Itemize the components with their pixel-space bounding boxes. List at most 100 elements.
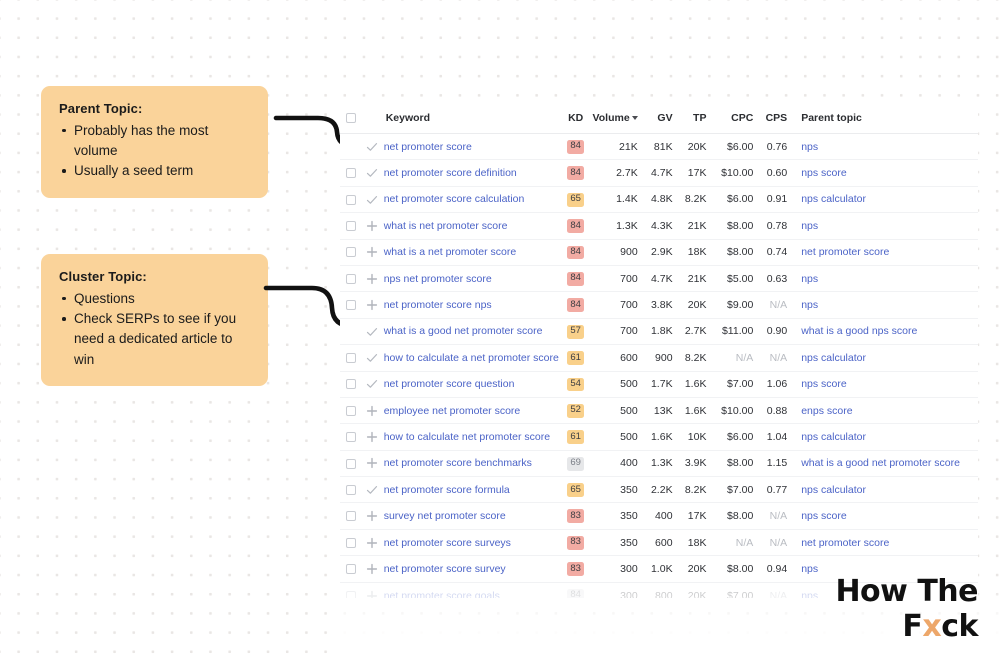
row-state-cell[interactable] xyxy=(361,555,382,583)
column-header-cpc[interactable]: CPC xyxy=(710,104,759,134)
keyword-link[interactable]: net promoter score nps xyxy=(384,299,492,311)
cell-parent-topic[interactable]: enps score xyxy=(792,397,978,425)
keyword-link[interactable]: net promoter score calculation xyxy=(384,193,525,205)
parent-topic-link[interactable]: nps score xyxy=(801,167,847,179)
plus-icon[interactable] xyxy=(366,220,378,232)
row-checkbox-cell[interactable] xyxy=(340,159,362,187)
row-checkbox-cell[interactable] xyxy=(340,371,362,398)
row-checkbox-cell[interactable] xyxy=(340,186,362,214)
row-state-cell[interactable] xyxy=(361,159,382,187)
cell-parent-topic[interactable]: nps calculator xyxy=(792,344,978,372)
cell-keyword[interactable]: net promoter score xyxy=(381,133,559,161)
keyword-link[interactable]: net promoter score survey xyxy=(384,563,506,575)
row-checkbox[interactable] xyxy=(345,247,356,258)
parent-topic-link[interactable]: nps calculator xyxy=(801,193,866,205)
column-header-cps[interactable]: CPS xyxy=(758,104,793,134)
keyword-link[interactable]: what is a net promoter score xyxy=(384,246,516,258)
plus-icon[interactable] xyxy=(366,537,378,549)
row-state-cell[interactable] xyxy=(361,476,382,504)
check-icon[interactable] xyxy=(366,326,378,338)
table-row[interactable]: what is a net promoter score 84 900 2.9K 18K… xyxy=(340,239,978,266)
select-all-checkbox[interactable] xyxy=(345,113,356,124)
plus-icon[interactable] xyxy=(366,405,378,417)
keyword-link[interactable]: net promoter score question xyxy=(384,378,515,390)
keyword-link[interactable]: employee net promoter score xyxy=(384,405,521,417)
table-row[interactable]: what is a good net promoter score 57 700 1.… xyxy=(340,318,978,346)
cell-keyword[interactable]: net promoter score benchmarks xyxy=(381,450,559,478)
keyword-link[interactable]: net promoter score formula xyxy=(384,484,510,496)
column-header-tp[interactable]: TP xyxy=(676,104,711,134)
plus-icon[interactable] xyxy=(366,590,378,598)
cell-keyword[interactable]: net promoter score formula xyxy=(381,476,559,504)
parent-topic-link[interactable]: nps xyxy=(801,590,818,598)
row-state-cell[interactable] xyxy=(361,133,382,161)
row-state-cell[interactable] xyxy=(361,344,382,372)
keyword-link[interactable]: net promoter score benchmarks xyxy=(384,457,532,469)
row-state-cell[interactable] xyxy=(361,502,382,530)
row-checkbox-cell[interactable] xyxy=(340,212,362,240)
row-checkbox-cell[interactable] xyxy=(340,344,362,372)
keyword-link[interactable]: net promoter score xyxy=(384,141,472,153)
check-icon[interactable] xyxy=(366,352,378,364)
column-header-parent-topic[interactable]: Parent topic xyxy=(792,104,978,134)
row-checkbox[interactable] xyxy=(345,168,356,179)
parent-topic-link[interactable]: nps calculator xyxy=(801,484,866,496)
row-state-cell[interactable] xyxy=(361,318,382,346)
parent-topic-link[interactable]: what is a good nps score xyxy=(801,325,917,337)
cell-keyword[interactable]: net promoter score surveys xyxy=(381,529,559,557)
cell-keyword[interactable]: net promoter score definition xyxy=(381,159,559,187)
cell-parent-topic[interactable]: net promoter score xyxy=(792,239,978,266)
row-state-cell[interactable] xyxy=(361,291,382,319)
keyword-link[interactable]: how to calculate net promoter score xyxy=(384,431,550,443)
row-checkbox-cell[interactable] xyxy=(340,133,362,161)
column-header-volume[interactable]: Volume xyxy=(592,104,643,134)
cell-parent-topic[interactable]: what is a good nps score xyxy=(792,318,978,346)
row-checkbox-cell[interactable] xyxy=(340,291,362,319)
row-state-cell[interactable] xyxy=(361,423,382,451)
row-state-cell[interactable] xyxy=(361,239,382,266)
table-row[interactable]: net promoter score calculation 65 1.4K 4.8K… xyxy=(340,186,978,214)
parent-topic-link[interactable]: nps calculator xyxy=(801,352,866,364)
table-row[interactable]: net promoter score formula 65 350 2.2K 8.2K $… xyxy=(340,476,978,504)
cell-parent-topic[interactable]: nps xyxy=(792,291,978,319)
keyword-link[interactable]: how to calculate a net promoter score xyxy=(384,352,559,364)
parent-topic-link[interactable]: nps xyxy=(801,220,818,232)
keyword-link[interactable]: survey net promoter score xyxy=(384,510,506,522)
check-icon[interactable] xyxy=(366,141,378,153)
cell-parent-topic[interactable]: nps calculator xyxy=(792,476,978,504)
table-row[interactable]: how to calculate a net promoter score 61 6… xyxy=(340,344,978,372)
cell-keyword[interactable]: net promoter score calculation xyxy=(381,186,559,214)
row-state-cell[interactable] xyxy=(361,529,382,557)
check-icon[interactable] xyxy=(366,484,378,496)
plus-icon[interactable] xyxy=(366,457,378,469)
cell-keyword[interactable]: nps net promoter score xyxy=(381,265,559,293)
keyword-link[interactable]: what is net promoter score xyxy=(384,220,508,232)
plus-icon[interactable] xyxy=(366,510,378,522)
row-checkbox[interactable] xyxy=(345,221,356,232)
cell-keyword[interactable]: net promoter score goals xyxy=(382,582,559,598)
row-state-cell[interactable] xyxy=(361,450,382,478)
keyword-link[interactable]: net promoter score surveys xyxy=(384,537,511,549)
table-row[interactable]: net promoter score benchmarks 69 400 1.3K 3.… xyxy=(340,450,978,478)
table-row[interactable]: net promoter score surveys 83 350 600 18K N/A… xyxy=(340,529,978,557)
cell-keyword[interactable]: net promoter score survey xyxy=(381,555,559,583)
plus-icon[interactable] xyxy=(366,431,378,443)
table-row[interactable]: what is net promoter score 84 1.3K 4.3K 21K $… xyxy=(340,212,978,240)
row-state-cell[interactable] xyxy=(361,397,382,425)
row-checkbox[interactable] xyxy=(345,511,356,522)
column-header-kd[interactable]: KD xyxy=(558,104,593,134)
row-checkbox-cell[interactable] xyxy=(340,502,362,530)
parent-topic-link[interactable]: net promoter score xyxy=(801,537,889,549)
cell-keyword[interactable]: how to calculate net promoter score xyxy=(381,423,559,451)
keyword-link[interactable]: net promoter score goals xyxy=(384,590,500,598)
row-checkbox[interactable] xyxy=(345,405,356,416)
cell-parent-topic[interactable]: nps calculator xyxy=(792,186,978,214)
keyword-link[interactable]: net promoter score definition xyxy=(384,167,517,179)
cell-parent-topic[interactable]: nps xyxy=(792,212,978,240)
parent-topic-link[interactable]: nps xyxy=(801,141,818,153)
plus-icon[interactable] xyxy=(366,563,378,575)
parent-topic-link[interactable]: nps xyxy=(801,273,818,285)
select-all-checkbox-header[interactable] xyxy=(340,104,362,134)
table-row[interactable]: net promoter score question 54 500 1.7K 1.6K… xyxy=(340,371,978,398)
parent-topic-link[interactable]: nps score xyxy=(801,378,847,390)
